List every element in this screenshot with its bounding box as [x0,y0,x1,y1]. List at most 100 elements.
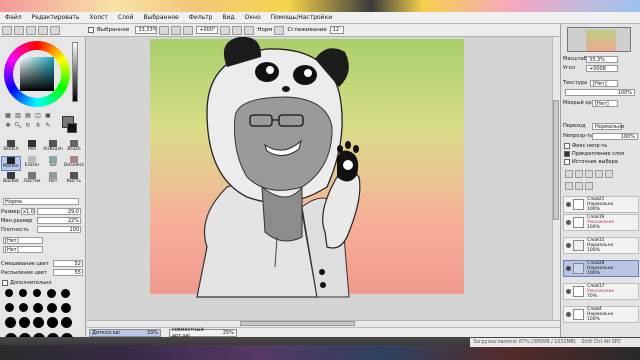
tool-paintbrush[interactable]: Кисть [64,172,84,187]
menu-file[interactable]: Файл [0,14,27,21]
saturation-value-square[interactable] [20,57,54,91]
palette-icon[interactable]: ▤ [24,112,32,120]
brush-dot[interactable] [61,303,71,313]
extra-checkbox[interactable] [2,279,8,286]
menu-window[interactable]: Окно [240,14,266,21]
selection-checkbox[interactable] [88,27,94,33]
horizontal-scroll-thumb[interactable] [240,321,355,326]
tool-select[interactable]: Sel [43,156,63,171]
min-size-slider[interactable]: 22% [37,217,81,224]
effect-select[interactable]: [Нет] [592,99,618,107]
visibility-eye-icon[interactable] [566,289,571,294]
menu-help[interactable]: Помощь/Настройки [266,14,337,21]
stabilizer-button[interactable] [274,25,285,35]
navigator-preview[interactable] [567,27,631,52]
brush-dot[interactable] [19,303,28,312]
zoom-out-button[interactable] [159,25,170,35]
merge-down-button[interactable] [565,182,573,190]
eyedropper-icon[interactable]: ✎ [44,122,52,130]
layer-item[interactable]: Слой15 Нормально 100% [563,237,639,254]
move-icon[interactable]: ✥ [4,122,12,130]
hsv-icon[interactable]: ▥ [14,112,22,120]
visibility-eye-icon[interactable] [566,312,571,317]
selection-source-checkbox[interactable] [564,159,570,165]
brush-dot[interactable] [19,289,27,297]
preserve-opacity-checkbox[interactable] [564,143,570,149]
mode-label[interactable]: Норм [257,27,272,33]
brush-dot[interactable] [19,317,30,328]
size-slider[interactable]: 29,0 [37,208,81,215]
layer-item[interactable]: Слой21 Нормально 100% [563,196,639,213]
menu-view[interactable]: Вид [218,14,240,21]
brush-dot[interactable] [33,317,44,328]
color-wheel[interactable] [4,41,70,107]
nav-zoom-field[interactable]: 33,3% [586,55,618,63]
tool-sketch[interactable]: Sketch [1,140,21,155]
doc-tab[interactable]: совместный арт.sai 25% [169,327,237,339]
delete-layer-button[interactable] [605,170,613,178]
brush-dot[interactable] [61,289,70,298]
rotate-icon[interactable]: ↻ [24,122,32,130]
angle-field[interactable]: +000° [196,26,219,34]
tool-eraser[interactable]: Eraser [22,156,42,171]
brush-dot[interactable] [5,289,13,297]
shape-select-1[interactable]: [Нет] [3,237,43,244]
brush-dot[interactable] [47,289,56,298]
tool-pen[interactable]: Pen [22,140,42,155]
zoom-field[interactable]: 33,33% [135,26,158,34]
layer-item[interactable]: Слой19 Умножение 100% [563,214,639,231]
size-multiplier[interactable]: x1.0 [21,208,35,215]
zoom-in-button[interactable] [171,25,182,35]
menu-canvas[interactable]: Холст [84,14,112,21]
brush-dot[interactable] [61,317,72,328]
menu-edit[interactable]: Редактировать [27,14,85,21]
new-layer-button[interactable] [565,170,573,178]
shape-select-2[interactable]: [Нет] [3,246,43,253]
rotate-left-button[interactable] [220,25,231,35]
visibility-eye-icon[interactable] [566,220,571,225]
smoothing-field[interactable]: 12 [329,26,344,34]
vertical-scroll-thumb[interactable] [553,100,559,220]
background-color[interactable] [67,123,77,133]
visibility-eye-icon[interactable] [566,202,571,207]
zoom-reset-button[interactable] [183,25,194,35]
tool-none[interactable]: Нот [43,172,63,187]
tool-brush[interactable]: Brush [64,140,84,155]
brush-dot[interactable] [47,303,57,313]
layer-opacity-slider[interactable]: 100% [592,132,638,140]
tool-airbrush[interactable]: AirBrush [43,140,63,155]
brush-mode-select[interactable]: Норма [3,198,79,205]
dilute-slider[interactable]: 55 [53,269,83,276]
blend-mode-select[interactable]: Нормально [592,122,624,130]
copy-layer-button[interactable] [595,170,603,178]
clipping-checkbox[interactable] [564,151,570,157]
visibility-eye-icon[interactable] [566,266,571,271]
layer-item[interactable]: Слой4 Нормально 100% [563,306,639,323]
layer-mask-button[interactable] [585,182,593,190]
show-selection-button[interactable] [50,25,60,35]
tool-marker[interactable]: Marker [1,156,21,171]
new-linework-button[interactable] [575,170,583,178]
visibility-eye-icon[interactable] [566,243,571,248]
brush-dot[interactable] [47,317,58,328]
layer-item[interactable]: Слой17 Умножение 70% [563,283,639,300]
swatches-icon[interactable]: ▣ [44,112,52,120]
nav-angle-field[interactable]: +0008 [586,64,618,72]
brush-dot[interactable] [5,317,16,328]
deselect-button[interactable] [26,25,36,35]
flip-button[interactable] [244,25,255,35]
doc-tab-active[interactable]: Доткол.sai 33% [89,328,161,337]
clear-layer-button[interactable] [575,182,583,190]
canvas-area[interactable] [87,37,560,320]
blend-slider[interactable]: 52 [53,260,83,267]
hand-icon[interactable]: ✋︎ [34,122,42,130]
tool-deselect[interactable]: Deselect [64,156,84,171]
brush-dot[interactable] [33,303,43,313]
new-folder-button[interactable] [585,170,593,178]
tool-eraser-alt[interactable]: Ластик [22,172,42,187]
mixer-icon[interactable]: ◫ [34,112,42,120]
layer-item-selected[interactable]: Слой28 Нормально 100% [563,260,639,277]
texture-select[interactable]: [Нет] [590,79,618,87]
undo-button[interactable] [2,25,12,35]
redo-button[interactable] [14,25,24,35]
